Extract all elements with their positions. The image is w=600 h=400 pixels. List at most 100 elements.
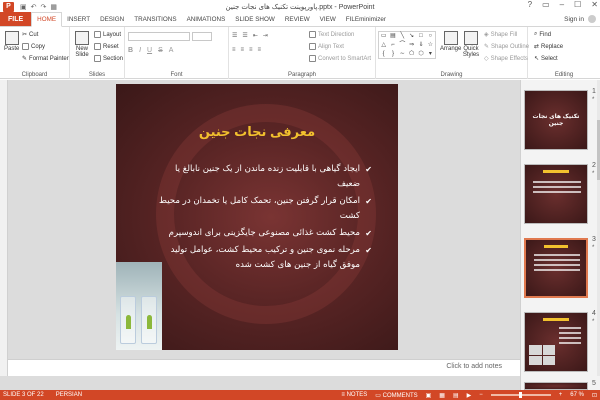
quick-styles-button[interactable]: Quick Styles: [462, 31, 480, 58]
bold-icon[interactable]: B: [128, 47, 133, 54]
underline-icon[interactable]: U: [147, 47, 152, 54]
slide-sorter-view-icon[interactable]: ▦: [439, 392, 445, 399]
decrease-indent-icon[interactable]: ⇤: [253, 32, 258, 39]
start-slideshow-icon[interactable]: ▦: [50, 3, 57, 11]
zoom-in-button[interactable]: +: [559, 392, 563, 398]
ribbon-display-button[interactable]: ▭: [542, 0, 550, 9]
zoom-slider[interactable]: [490, 392, 551, 398]
undo-icon[interactable]: ↶: [31, 3, 37, 11]
right-arrow-shape-icon[interactable]: ⇒: [407, 41, 416, 50]
arrange-button[interactable]: Arrange: [440, 31, 461, 52]
slide-thumbnail-4[interactable]: [524, 312, 588, 372]
close-button[interactable]: ✕: [591, 0, 598, 9]
tab-home[interactable]: HOME: [31, 12, 63, 27]
notes-pane[interactable]: Click to add notes: [8, 359, 520, 376]
format-painter-button[interactable]: ✎ Format Painter: [22, 55, 69, 63]
plant-culture-image[interactable]: [116, 262, 162, 350]
tab-animations[interactable]: ANIMATIONS: [182, 12, 231, 26]
section-button[interactable]: Section: [94, 55, 123, 62]
rectangle-shape-icon[interactable]: ▭: [379, 32, 388, 41]
justify-icon[interactable]: ≡: [258, 47, 262, 53]
reading-view-icon[interactable]: ▤: [453, 392, 459, 399]
sign-in[interactable]: Sign in: [564, 15, 596, 23]
align-left-icon[interactable]: ≡: [232, 47, 236, 53]
tab-slide-show[interactable]: SLIDE SHOW: [230, 12, 280, 26]
numbering-icon[interactable]: ☰: [242, 32, 247, 39]
comments-toggle[interactable]: ▭ COMMENTS: [375, 392, 417, 399]
minimize-button[interactable]: –: [560, 0, 564, 9]
convert-smartart-button[interactable]: Convert to SmartArt: [309, 55, 371, 62]
brace2-shape-icon[interactable]: }: [388, 50, 397, 59]
drawing-group-label: Drawing: [440, 72, 463, 78]
curve-shape-icon[interactable]: ⌒: [398, 41, 407, 50]
text-direction-button[interactable]: Text Direction: [309, 31, 354, 38]
brace-shape-icon[interactable]: {: [379, 50, 388, 59]
slide-bullet-list[interactable]: ایجاد گیاهی با قابلیت زنده ماندن از یک ج…: [152, 162, 372, 275]
maximize-button[interactable]: ☐: [574, 0, 581, 9]
tab-design[interactable]: DESIGN: [95, 12, 129, 26]
slide-title[interactable]: معرفی نجات جنین: [116, 124, 398, 140]
tab-review[interactable]: REVIEW: [280, 12, 315, 26]
fit-slide-icon[interactable]: ⊡: [592, 392, 597, 399]
slide-thumbnail-2[interactable]: [524, 164, 588, 224]
cut-button[interactable]: ✂ Cut: [22, 31, 38, 39]
increase-indent-icon[interactable]: ⇥: [263, 32, 268, 39]
help-button[interactable]: ?: [528, 0, 532, 9]
tab-view[interactable]: VIEW: [315, 12, 341, 26]
shape-outline-button[interactable]: ✎ Shape Outline: [484, 43, 529, 51]
tab-transitions[interactable]: TRANSITIONS: [129, 12, 181, 26]
select-button[interactable]: ↖ Select: [534, 55, 558, 63]
hexagon-shape-icon[interactable]: ⬡: [416, 50, 425, 59]
line-shape-icon[interactable]: ╲: [398, 32, 407, 41]
strikethrough-icon[interactable]: S: [158, 47, 163, 54]
copy-button[interactable]: Copy: [22, 43, 45, 50]
arrow-shape-icon[interactable]: ↘: [407, 32, 416, 41]
save-icon[interactable]: ▣: [20, 3, 27, 11]
more-shapes-icon[interactable]: ▾: [426, 50, 435, 59]
redo-icon[interactable]: ↷: [41, 3, 47, 11]
tab-insert[interactable]: INSERT: [62, 12, 95, 26]
slide-thumbnail-5[interactable]: [524, 382, 588, 390]
down-arrow-shape-icon[interactable]: ⇓: [416, 41, 425, 50]
replace-button[interactable]: ⇄ Replace: [534, 43, 563, 51]
textbox-shape-icon[interactable]: ▤: [388, 32, 397, 41]
align-right-icon[interactable]: ≡: [249, 47, 253, 53]
normal-view-icon[interactable]: ▣: [426, 392, 432, 399]
bullets-icon[interactable]: ☰: [232, 32, 237, 39]
layout-button[interactable]: Layout: [94, 31, 121, 38]
italic-icon[interactable]: I: [139, 47, 141, 54]
slide-thumbnail-1[interactable]: تکنیک های نجات جنین: [524, 90, 588, 150]
star-shape-icon[interactable]: ☆: [426, 41, 435, 50]
language-indicator[interactable]: PERSIAN: [56, 392, 82, 398]
paste-button[interactable]: Paste: [4, 31, 19, 52]
font-group-label: Font: [170, 72, 183, 78]
zoom-slider-knob[interactable]: [519, 392, 523, 398]
oval-shape-icon[interactable]: ○: [426, 32, 435, 41]
font-color-icon[interactable]: A: [169, 47, 174, 54]
slides-group: New Slide Layout Reset Section Slides: [70, 27, 125, 79]
tab-file[interactable]: FILE: [0, 12, 32, 26]
zoom-level[interactable]: 67 %: [570, 392, 584, 398]
zoom-out-button[interactable]: −: [479, 392, 483, 398]
curly-shape-icon[interactable]: ∼: [398, 50, 407, 59]
slide-thumbnail-3[interactable]: [524, 238, 588, 298]
shape-fill-button[interactable]: ◈ Shape Fill: [484, 31, 517, 39]
current-slide[interactable]: معرفی نجات جنین ایجاد گیاهی با قابلیت زن…: [116, 84, 398, 350]
find-button[interactable]: ⌕ Find: [534, 31, 551, 38]
rectangle2-shape-icon[interactable]: □: [416, 32, 425, 41]
font-name-field[interactable]: [128, 32, 190, 41]
align-text-button[interactable]: Align Text: [309, 43, 344, 50]
section-icon: [94, 55, 101, 62]
notes-toggle[interactable]: ≡ NOTES: [341, 392, 367, 398]
font-size-field[interactable]: [192, 32, 212, 41]
shapes-gallery[interactable]: ▭ ▤ ╲ ↘ □ ○ △ ⌐ ⌒ ⇒ ⇓ ☆ { } ∼ ⬠ ⬡ ▾: [378, 31, 436, 59]
align-center-icon[interactable]: ≡: [241, 47, 245, 53]
tab-fileminimizer[interactable]: FILEminimizer: [341, 12, 391, 26]
shape-effects-button[interactable]: ◇ Shape Effects: [484, 55, 528, 63]
slideshow-view-icon[interactable]: ▶: [467, 392, 472, 399]
triangle-shape-icon[interactable]: △: [379, 41, 388, 50]
pentagon-shape-icon[interactable]: ⬠: [407, 50, 416, 59]
bracket-shape-icon[interactable]: ⌐: [388, 41, 397, 50]
new-slide-button[interactable]: New Slide: [72, 31, 92, 58]
reset-button[interactable]: Reset: [94, 43, 119, 50]
